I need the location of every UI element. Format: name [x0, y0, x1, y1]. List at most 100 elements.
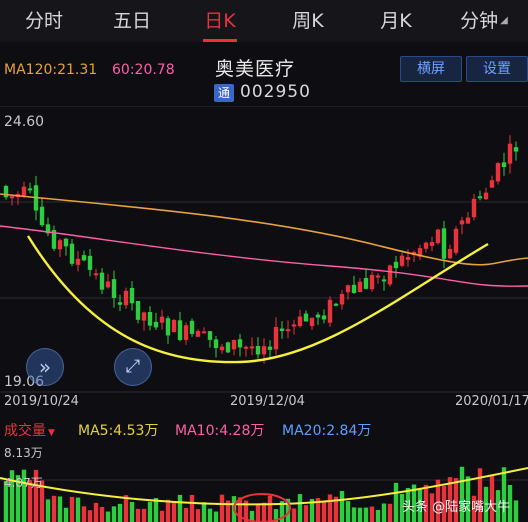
stock-connect-badge: 通 — [214, 84, 234, 102]
candle-body — [279, 328, 285, 332]
candle-body — [117, 302, 123, 305]
volume-bar — [327, 494, 333, 522]
volume-bar — [297, 494, 303, 522]
expand-icon[interactable]: ⤢ — [114, 348, 152, 386]
volume-bar — [513, 500, 519, 522]
volume-bar — [81, 506, 87, 522]
volume-axis-high: 8.13万 — [4, 446, 43, 460]
candle-body — [27, 188, 33, 191]
volume-bar — [351, 507, 357, 522]
stock-name: 奥美医疗 — [215, 58, 296, 80]
candle-body — [39, 206, 45, 226]
tab-daily-k[interactable]: 日K — [176, 0, 264, 42]
candle-body — [105, 281, 111, 288]
volume-bar — [387, 503, 393, 522]
candle-body — [501, 162, 507, 168]
volume-bar — [105, 511, 111, 522]
candle-body — [165, 318, 171, 336]
candle-body — [147, 311, 153, 326]
candle-body — [285, 329, 291, 332]
stock-code: 002950 — [240, 82, 311, 102]
volume-bar — [321, 501, 327, 522]
candle-body — [471, 198, 477, 218]
volume-bar — [207, 508, 213, 522]
candle-body — [135, 300, 141, 320]
tab-monthly-k[interactable]: 月K — [352, 0, 440, 42]
date-label: 2020/01/17 — [455, 394, 528, 409]
volume-legend: 成交量 ▼ MA5:4.53万 MA10:4.28万 MA20:2.84万 — [0, 418, 528, 440]
candle-body — [483, 192, 489, 200]
volume-bar — [363, 507, 369, 522]
double-chevron-right-icon[interactable]: » — [26, 348, 64, 386]
volume-bar — [177, 494, 183, 522]
caret-down-icon: ◢ — [500, 15, 508, 27]
candle-body — [207, 331, 213, 340]
chart-header: MA120:21.31 60:20.78 奥美医疗 通 002950 横屏 设置 — [0, 42, 528, 106]
candle-body — [201, 331, 207, 334]
volume-bar — [51, 495, 57, 522]
settings-button[interactable]: 设置 — [466, 56, 528, 82]
candle-body — [423, 242, 429, 249]
volume-bar — [87, 510, 93, 522]
volume-bar — [213, 511, 219, 522]
candle-body — [159, 316, 165, 323]
candle-body — [315, 314, 321, 318]
tab-intraday[interactable]: 分时 — [0, 0, 88, 42]
volume-bar — [63, 507, 69, 522]
candle-body — [459, 220, 465, 225]
tab-minute-label: 分钟 — [460, 9, 499, 32]
volume-bar — [141, 508, 147, 522]
candle-body — [225, 342, 231, 353]
volume-bar — [117, 503, 123, 522]
candle-body — [357, 281, 363, 292]
candle-body — [81, 255, 87, 261]
candle-body — [69, 243, 75, 264]
volume-ma5: MA5:4.53万 — [78, 423, 159, 439]
candle-body — [129, 287, 135, 304]
watermark: 头条 @陆家嘴大牛 — [402, 500, 511, 515]
tab-minute[interactable]: 分钟 ◢ — [440, 0, 528, 42]
candle-body — [387, 265, 393, 285]
candle-body — [183, 325, 189, 340]
candle-body — [213, 339, 219, 349]
volume-bar — [201, 502, 207, 522]
volume-bar — [261, 502, 267, 522]
candle-body — [291, 324, 297, 327]
candle-body — [237, 339, 243, 348]
volume-bar — [219, 494, 225, 522]
candle-body — [75, 258, 81, 265]
candle-body — [87, 255, 93, 270]
candle-body — [21, 186, 27, 196]
candlestick-chart — [0, 106, 528, 393]
candle-body — [363, 278, 369, 289]
price-axis-high: 24.60 — [4, 114, 45, 130]
caret-down-icon: ▼ — [48, 428, 55, 438]
candle-body — [99, 272, 105, 290]
volume-indicator-select[interactable]: 成交量 ▼ — [4, 420, 55, 440]
volume-bar — [129, 501, 135, 522]
period-tab-bar: 分时 五日 日K 周K 月K 分钟 ◢ — [0, 0, 528, 42]
volume-bar — [255, 504, 261, 522]
volume-bar — [369, 506, 375, 522]
candle-body — [393, 261, 399, 269]
candle-body — [249, 346, 255, 349]
candle-body — [489, 180, 495, 188]
volume-axis-mid: 4.07万 — [4, 476, 43, 490]
tab-five-day[interactable]: 五日 — [88, 0, 176, 42]
candle-body — [255, 345, 261, 355]
tab-weekly-k[interactable]: 周K — [264, 0, 352, 42]
candle-body — [219, 346, 225, 351]
volume-bar — [45, 499, 51, 522]
volume-bar — [111, 506, 117, 522]
landscape-button[interactable]: 横屏 — [400, 56, 462, 82]
volume-bar — [99, 506, 105, 522]
volume-bar — [165, 499, 171, 522]
candle-body — [309, 317, 315, 327]
candle-body — [231, 339, 237, 350]
price-chart[interactable]: 24.60 19.06 » ⤢ — [0, 106, 528, 394]
volume-bar — [57, 496, 63, 522]
candle-body — [273, 326, 279, 350]
candle-body — [141, 312, 147, 321]
candle-body — [297, 316, 303, 327]
candle-body — [123, 290, 129, 306]
